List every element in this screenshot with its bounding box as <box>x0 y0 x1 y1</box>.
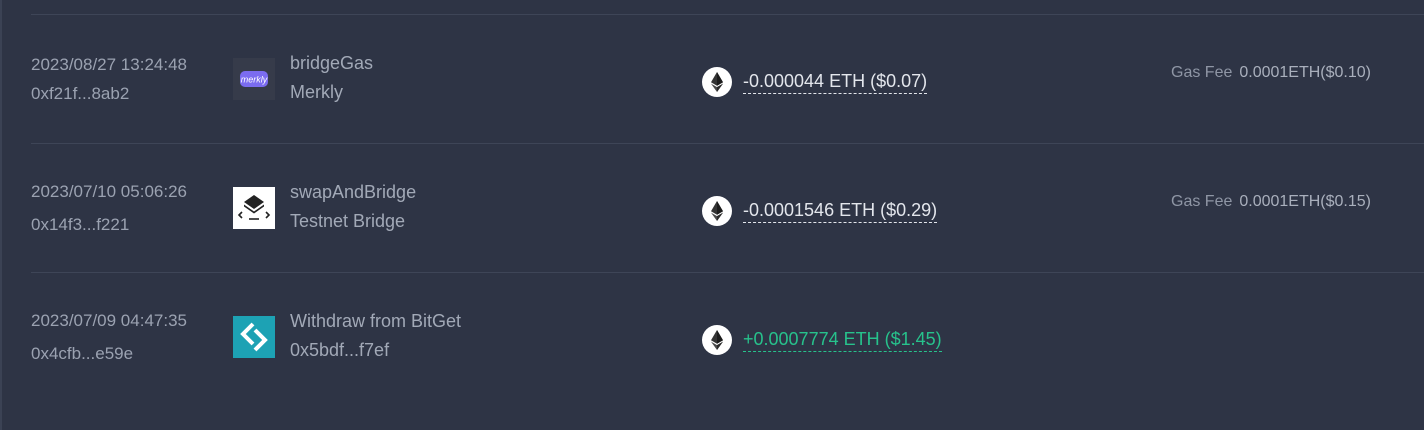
testnet-bridge-logo <box>233 187 275 229</box>
tx-protocol[interactable]: Testnet Bridge <box>290 211 405 232</box>
transaction-row: 2023/07/09 04:47:35 0x4cfb...e59e Withdr… <box>0 273 1424 402</box>
tx-amount[interactable]: -0.000044 ETH ($0.07) <box>743 71 928 94</box>
tx-time: 2023/07/09 04:47:35 <box>31 311 187 330</box>
tx-protocol[interactable]: 0x5bdf...f7ef <box>290 340 389 361</box>
transaction-history-list: 2023/08/27 13:24:48 0xf21f...8ab2 merkly… <box>0 0 1424 430</box>
gas-fee: Gas Fee 0.0001ETH($0.15) <box>1171 193 1371 211</box>
eth-icon <box>702 325 732 355</box>
transaction-row: 2023/07/10 05:06:26 0x14f3...f221 swapAn… <box>0 144 1424 273</box>
merkly-logo: merkly <box>233 58 275 100</box>
gas-fee-value: 0.0001ETH($0.10) <box>1239 64 1371 81</box>
gas-fee-label: Gas Fee <box>1171 64 1233 81</box>
tx-method: Withdraw from BitGet <box>290 311 462 331</box>
tx-amount[interactable]: +0.0007774 ETH ($1.45) <box>743 329 942 352</box>
gas-fee: Gas Fee 0.0001ETH($0.10) <box>1171 64 1371 82</box>
tx-time: 2023/07/10 05:06:26 <box>31 182 187 201</box>
tx-method: swapAndBridge <box>290 182 417 202</box>
tx-hash[interactable]: 0x14f3...f221 <box>31 215 129 235</box>
transaction-row: 2023/08/27 13:24:48 0xf21f...8ab2 merkly… <box>0 15 1424 144</box>
gas-fee-value: 0.0001ETH($0.15) <box>1239 193 1371 210</box>
eth-icon <box>702 67 732 97</box>
gas-fee-label: Gas Fee <box>1171 193 1233 210</box>
bitget-logo <box>233 316 275 358</box>
tx-hash[interactable]: 0x4cfb...e59e <box>31 344 133 364</box>
tx-time: 2023/08/27 13:24:48 <box>31 55 187 74</box>
tx-hash[interactable]: 0xf21f...8ab2 <box>31 84 129 104</box>
eth-icon <box>702 196 732 226</box>
tx-amount[interactable]: -0.0001546 ETH ($0.29) <box>743 200 938 223</box>
tx-method: bridgeGas <box>290 53 374 73</box>
tx-protocol[interactable]: Merkly <box>290 82 343 103</box>
svg-text:merkly: merkly <box>241 75 268 85</box>
